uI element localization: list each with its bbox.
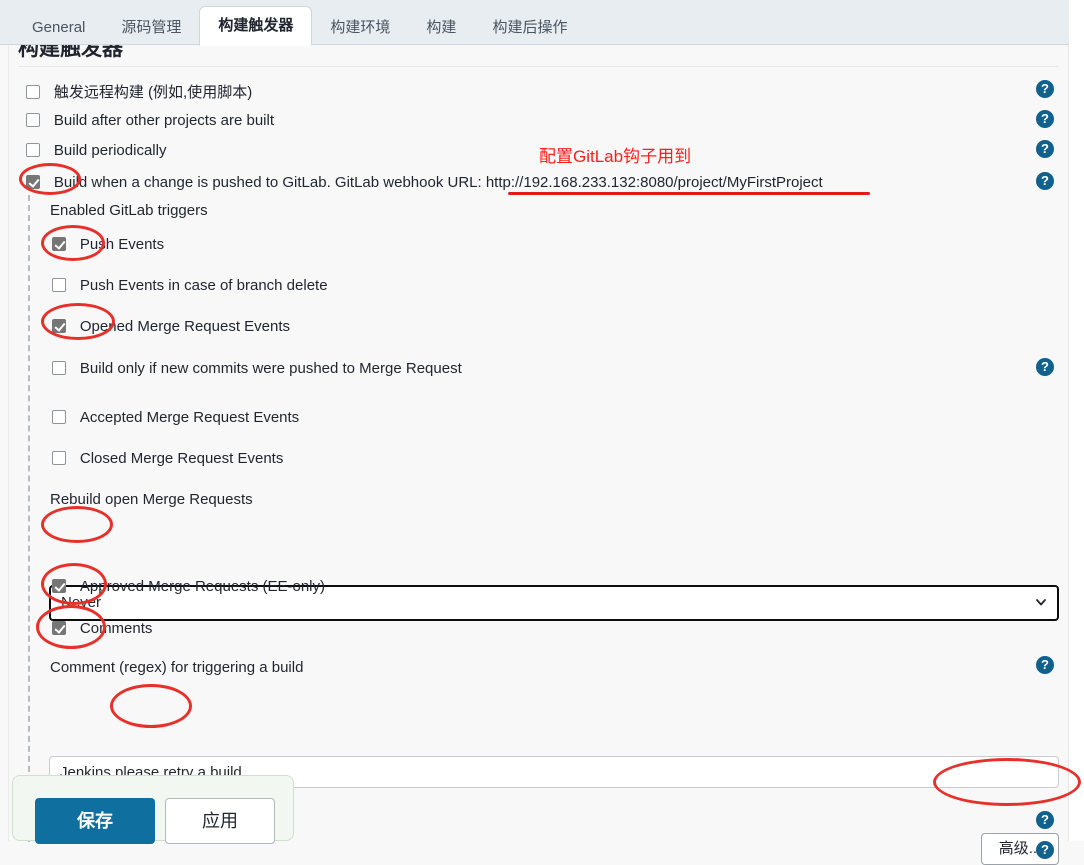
checkbox-opened-merge-request-events[interactable] bbox=[52, 319, 66, 334]
row-build-periodically: Build periodically bbox=[26, 141, 1084, 163]
tab-general[interactable]: General bbox=[14, 11, 103, 45]
row-rebuild-open-merge-requests-label: Rebuild open Merge Requests bbox=[50, 491, 1084, 513]
section-heading-clip: 构建触发器 bbox=[9, 45, 1068, 66]
label-push-events[interactable]: Push Events bbox=[80, 236, 164, 253]
checkbox-build-only-new-commits[interactable] bbox=[52, 361, 66, 376]
label-rebuild-open-merge-requests: Rebuild open Merge Requests bbox=[50, 491, 253, 508]
help-icon-build-periodically[interactable]: ? bbox=[1036, 140, 1054, 158]
row-build-after-other-projects: Build after other projects are built bbox=[26, 111, 1084, 133]
checkbox-build-after-other-projects[interactable] bbox=[26, 113, 40, 128]
label-comments[interactable]: Comments bbox=[80, 620, 153, 637]
tab-build-environment[interactable]: 构建环境 bbox=[312, 11, 408, 45]
label-build-only-new-commits[interactable]: Build only if new commits were pushed to… bbox=[80, 360, 462, 377]
label-build-periodically[interactable]: Build periodically bbox=[54, 142, 167, 159]
label-opened-merge-request-events[interactable]: Opened Merge Request Events bbox=[80, 318, 290, 335]
apply-button[interactable]: 应用 bbox=[165, 798, 275, 844]
checkbox-push-events-branch-delete[interactable] bbox=[52, 278, 66, 293]
label-push-events-branch-delete[interactable]: Push Events in case of branch delete bbox=[80, 277, 328, 294]
label-enabled-gitlab-triggers: Enabled GitLab triggers bbox=[50, 202, 208, 219]
label-remote-build[interactable]: 触发远程构建 (例如,使用脚本) bbox=[54, 81, 252, 102]
row-build-on-gitlab-push: Build when a change is pushed to GitLab.… bbox=[26, 173, 1084, 195]
row-build-only-new-commits: Build only if new commits were pushed to… bbox=[52, 359, 1084, 381]
label-approved-merge-requests[interactable]: Approved Merge Requests (EE-only) bbox=[80, 578, 325, 595]
row-comments: Comments bbox=[52, 619, 1084, 641]
checkbox-comments[interactable] bbox=[52, 621, 66, 636]
row-enabled-gitlab-triggers: Enabled GitLab triggers bbox=[50, 202, 1084, 224]
label-closed-merge-request-events[interactable]: Closed Merge Request Events bbox=[80, 450, 283, 467]
help-icon-build-after-other-projects[interactable]: ? bbox=[1036, 110, 1054, 128]
help-icon-comment-regex[interactable]: ? bbox=[1036, 656, 1054, 674]
row-push-events-branch-delete: Push Events in case of branch delete bbox=[52, 276, 1084, 298]
row-accepted-merge-request-events: Accepted Merge Request Events bbox=[52, 408, 1084, 430]
checkbox-build-on-gitlab-push[interactable] bbox=[26, 175, 40, 190]
checkbox-remote-build[interactable] bbox=[26, 84, 40, 99]
checkbox-accepted-merge-request-events[interactable] bbox=[52, 410, 66, 425]
config-tab-bar: General 源码管理 构建触发器 构建环境 构建 构建后操作 bbox=[0, 0, 1069, 46]
row-opened-merge-request-events: Opened Merge Request Events bbox=[52, 317, 1084, 339]
checkbox-closed-merge-request-events[interactable] bbox=[52, 451, 66, 466]
checkbox-approved-merge-requests[interactable] bbox=[52, 579, 66, 594]
checkbox-build-periodically[interactable] bbox=[26, 143, 40, 158]
tab-build[interactable]: 构建 bbox=[408, 11, 474, 45]
help-icon-bottom[interactable]: ? bbox=[1036, 841, 1054, 859]
label-comment-regex: Comment (regex) for triggering a build bbox=[50, 659, 304, 676]
build-triggers-form: 触发远程构建 (例如,使用脚本) ? Build after other pro… bbox=[9, 67, 1068, 865]
checkbox-push-events[interactable] bbox=[52, 237, 66, 252]
row-push-events: Push Events bbox=[52, 235, 1084, 257]
row-remote-build: 触发远程构建 (例如,使用脚本) bbox=[26, 81, 1084, 103]
label-accepted-merge-request-events[interactable]: Accepted Merge Request Events bbox=[80, 409, 299, 426]
tab-post-build-actions[interactable]: 构建后操作 bbox=[474, 11, 585, 45]
tab-build-triggers[interactable]: 构建触发器 bbox=[199, 6, 313, 46]
help-icon-build-on-gitlab-push[interactable]: ? bbox=[1036, 172, 1054, 190]
save-button[interactable]: 保存 bbox=[35, 798, 155, 844]
row-comment-regex-label: Comment (regex) for triggering a build bbox=[50, 659, 1084, 681]
label-build-on-gitlab-push[interactable]: Build when a change is pushed to GitLab.… bbox=[54, 174, 823, 191]
row-approved-merge-requests: Approved Merge Requests (EE-only) bbox=[52, 577, 1084, 599]
save-apply-toolbar: 保存 应用 bbox=[12, 775, 294, 844]
help-icon-remote-build[interactable]: ? bbox=[1036, 80, 1054, 98]
content-right-border bbox=[1068, 44, 1069, 841]
label-build-after-other-projects[interactable]: Build after other projects are built bbox=[54, 112, 274, 129]
help-icon-build-only-new-commits[interactable]: ? bbox=[1036, 358, 1054, 376]
settings-page: General 源码管理 构建触发器 构建环境 构建 构建后操作 构建触发器 触… bbox=[0, 0, 1084, 865]
tab-source-code-management[interactable]: 源码管理 bbox=[103, 11, 199, 45]
page-title: 构建触发器 bbox=[18, 45, 123, 60]
gitlab-trigger-group-guide bbox=[28, 195, 30, 842]
row-closed-merge-request-events: Closed Merge Request Events bbox=[52, 449, 1084, 471]
